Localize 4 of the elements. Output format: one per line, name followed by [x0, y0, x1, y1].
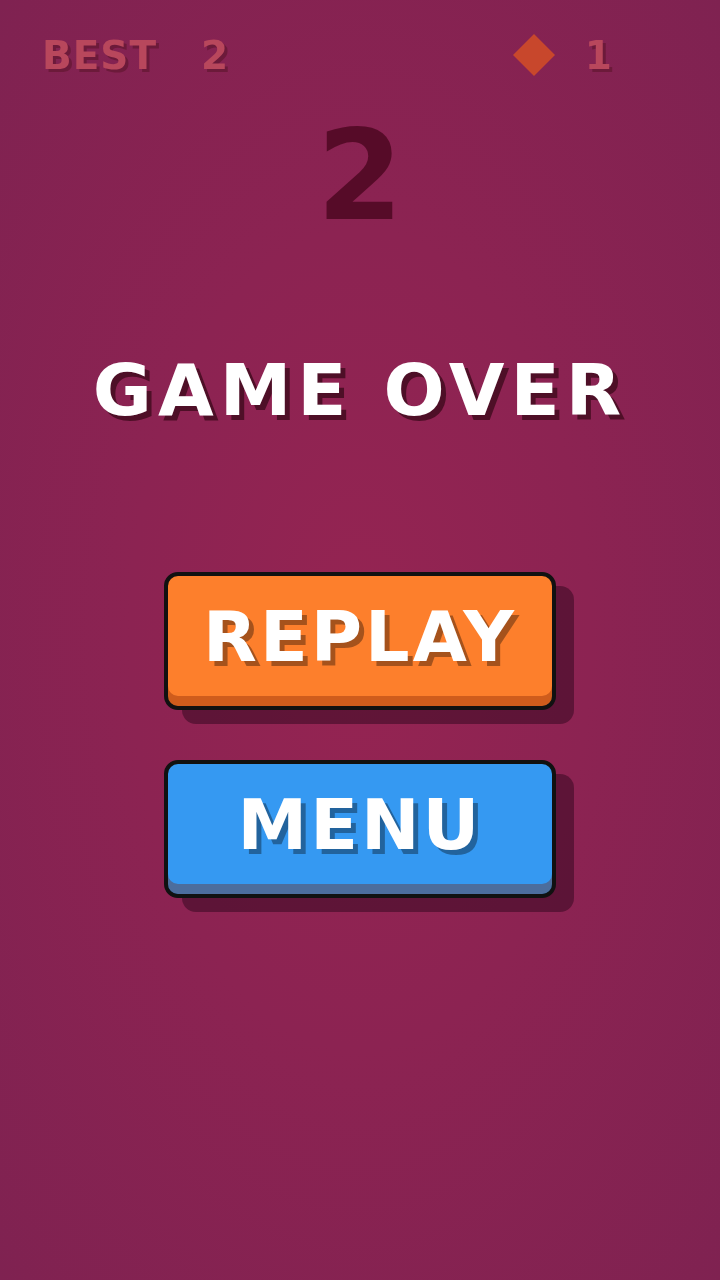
game-button[interactable]: REPLAY: [164, 572, 556, 710]
diamond-icon: [512, 34, 555, 76]
game-button[interactable]: MENU: [164, 760, 556, 898]
game-over-title: GAME OVER: [92, 354, 628, 426]
